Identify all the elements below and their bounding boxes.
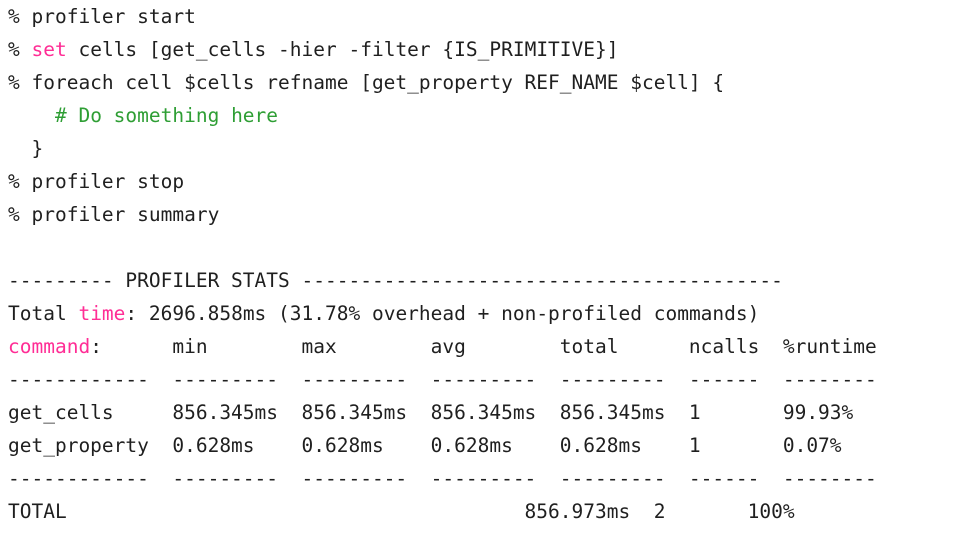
console-line-cmd-profiler-summary: % profiler summary <box>0 198 975 231</box>
console-line-stats-column-headers: command: min max avg total ncalls %runti… <box>0 330 975 363</box>
console-line-cmd-set-cells: % set cells [get_cells -hier -filter {IS… <box>0 33 975 66</box>
console-text-segment: TOTAL 856.973ms 2 100% <box>8 500 795 523</box>
console-line-stats-row-get-property: get_property 0.628ms 0.628ms 0.628ms 0.6… <box>0 429 975 462</box>
console-text-segment: cells [get_cells -hier -filter {IS_PRIMI… <box>66 38 619 61</box>
console-line-stats-row-total: TOTAL 856.973ms 2 100% <box>0 495 975 528</box>
console-text-segment <box>8 104 55 127</box>
console-line-cmd-profiler-stop: % profiler stop <box>0 165 975 198</box>
console-line-stats-header-rule: --------- PROFILER STATS ---------------… <box>0 264 975 297</box>
console-line-cmd-closing-brace: } <box>0 132 975 165</box>
console-text-segment: % profiler start <box>8 5 196 28</box>
console-text-segment: get_property 0.628ms 0.628ms 0.628ms 0.6… <box>8 434 842 457</box>
console-line-cmd-comment: # Do something here <box>0 99 975 132</box>
console-line-cmd-foreach: % foreach cell $cells refname [get_prope… <box>0 66 975 99</box>
console-text-segment: } <box>8 137 44 160</box>
console-text-segment: % profiler stop <box>8 170 185 193</box>
console-text-segment: Total <box>8 302 79 325</box>
console-line-stats-rule-bottom: ------------ --------- --------- -------… <box>0 462 975 495</box>
console-text-segment: : min max avg total ncalls %runtime <box>90 335 877 358</box>
console-text-segment: time <box>78 302 126 325</box>
console-text-segment: % <box>8 38 32 61</box>
console-text-segment: ------------ --------- --------- -------… <box>8 368 877 391</box>
console-text-segment: set <box>31 38 67 61</box>
console-line-stats-row-get-cells: get_cells 856.345ms 856.345ms 856.345ms … <box>0 396 975 429</box>
console-line-blank-1 <box>0 231 975 264</box>
console-line-stats-total-time: Total time: 2696.858ms (31.78% overhead … <box>0 297 975 330</box>
console-text-segment: get_cells 856.345ms 856.345ms 856.345ms … <box>8 401 854 424</box>
console-text-segment: --------- PROFILER STATS ---------------… <box>8 269 783 292</box>
console-text-segment: ------------ --------- --------- -------… <box>8 467 877 490</box>
console-text-segment: command <box>8 335 91 358</box>
console-text-segment: : 2696.858ms (31.78% overhead + non-prof… <box>125 302 760 325</box>
terminal-console-output[interactable]: % profiler start% set cells [get_cells -… <box>0 0 975 544</box>
console-line-stats-rule-top: ------------ --------- --------- -------… <box>0 363 975 396</box>
console-line-cmd-profiler-start: % profiler start <box>0 0 975 33</box>
console-text-segment <box>8 236 20 259</box>
console-text-segment: % foreach cell $cells refname [get_prope… <box>8 71 725 94</box>
console-text-segment: % profiler summary <box>8 203 220 226</box>
console-text-segment: # Do something here <box>54 104 279 127</box>
